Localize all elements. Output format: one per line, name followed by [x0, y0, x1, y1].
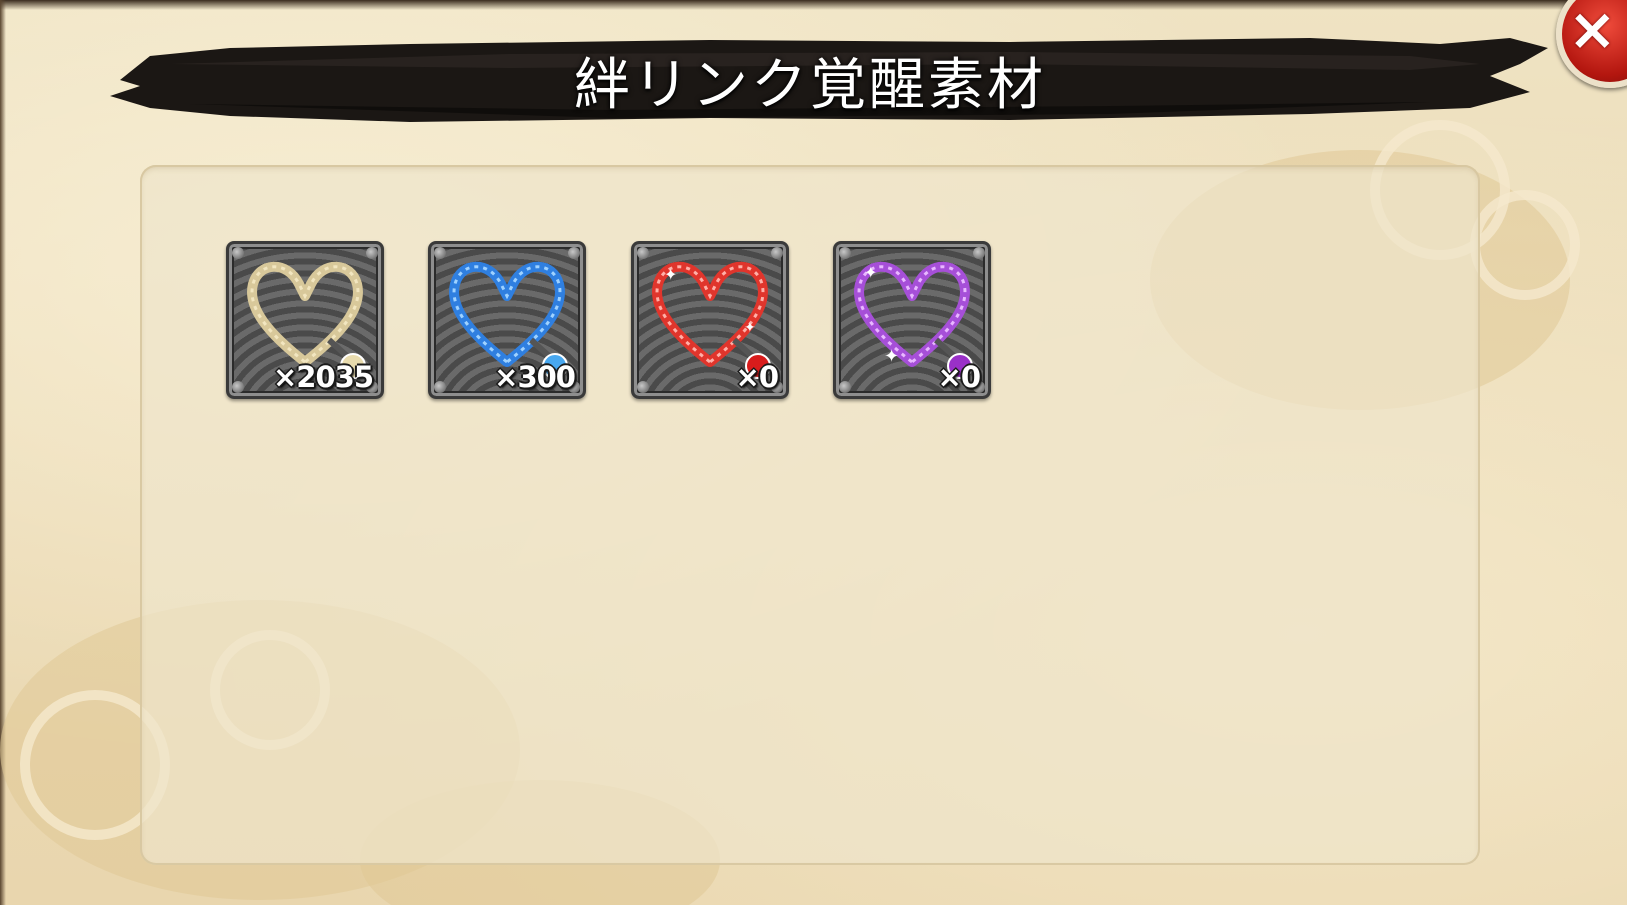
rivet: [232, 381, 244, 393]
svg-text:✦: ✦: [744, 320, 756, 336]
cloud-swirl: [1470, 190, 1580, 300]
material-slot-purple[interactable]: ✦ ✦ ×0: [833, 241, 991, 399]
svg-text:✦: ✦: [664, 265, 677, 284]
rivet: [839, 247, 851, 259]
rivet: [839, 381, 851, 393]
rivet: [232, 247, 244, 259]
rivet: [366, 247, 378, 259]
rivet: [771, 247, 783, 259]
rivet: [973, 247, 985, 259]
page-title: 絆リンク覚醒素材: [574, 52, 1046, 118]
rivet: [568, 247, 580, 259]
item-quantity: ×0: [735, 360, 779, 394]
rivet: [637, 247, 649, 259]
rivet: [434, 381, 446, 393]
item-quantity: ×2035: [272, 360, 374, 394]
material-slot-gold[interactable]: ×2035: [226, 241, 384, 399]
svg-text:✦: ✦: [864, 263, 877, 282]
rivet: [637, 381, 649, 393]
rivet: [434, 247, 446, 259]
awakening-materials-dialog: 絆リンク覚醒素材 × ×2035 ×300 ✦ ✦ ×0 ✦ ✦ ×0: [0, 0, 1627, 905]
material-slot-blue[interactable]: ×300: [428, 241, 586, 399]
item-quantity: ×300: [494, 360, 576, 394]
close-icon: ×: [1568, 0, 1617, 63]
item-quantity: ×0: [937, 360, 981, 394]
material-slot-red[interactable]: ✦ ✦ ×0: [631, 241, 789, 399]
svg-text:✦: ✦: [884, 346, 899, 367]
title-banner: 絆リンク覚醒素材: [110, 34, 1550, 126]
parchment-edge: [0, 0, 1627, 10]
